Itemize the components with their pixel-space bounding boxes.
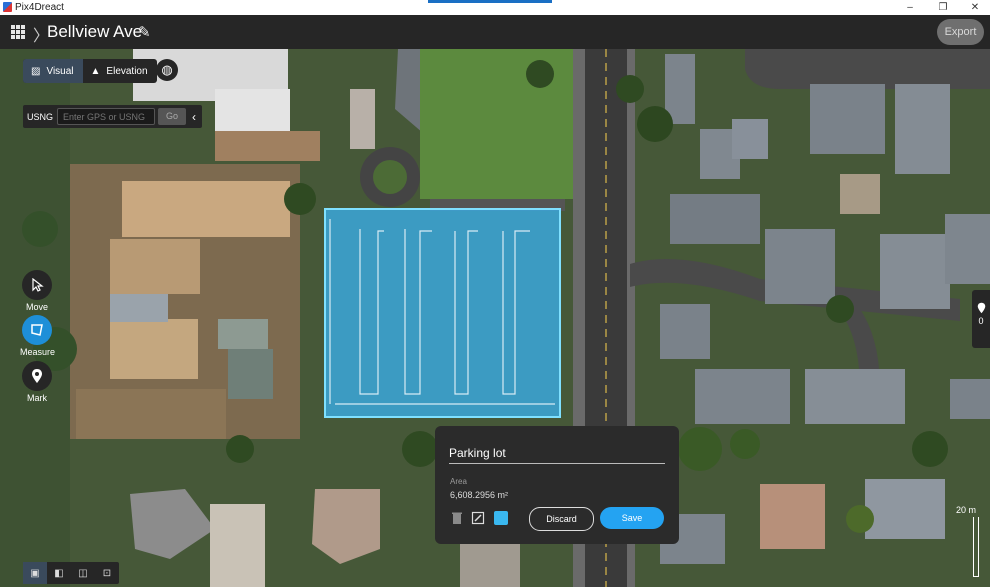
single-view-icon[interactable]: ▣ [23,562,47,584]
trash-icon[interactable] [451,511,465,525]
go-button[interactable]: Go [158,108,187,125]
mark-tool-label: Mark [27,393,47,403]
measurement-name-input[interactable]: Parking lot [449,443,665,464]
marker-count: 0 [978,316,984,326]
markers-panel-toggle[interactable]: 0 [972,290,990,348]
mark-tool[interactable]: Mark [20,361,54,403]
edit-pencil-icon[interactable]: ✎ [138,23,151,41]
scale-label: 20 m [956,505,977,515]
elevation-tab[interactable]: ▲ Elevation [83,59,157,83]
measure-tool[interactable]: Measure [20,315,56,357]
area-value: 6,608.2956 m² [450,490,509,500]
app-header: 〉 Bellview Ave ✎ Export [0,15,990,49]
usng-label: USNG [27,111,54,122]
fit-extent-icon[interactable]: ⊡ [95,562,119,584]
bottom-toolbar: ▣ ◧ ◫ ⊡ [23,562,119,584]
app-logo-icon [3,2,12,12]
measure-polygon-icon [22,315,52,345]
visual-icon: ▨ [31,65,41,77]
collapse-chevron-icon[interactable]: ‹ [190,110,202,124]
move-tool[interactable]: Move [20,270,54,312]
measure-tool-label: Measure [20,347,56,357]
edit-shape-icon[interactable] [471,511,485,525]
view-mode-toggle: ▨ Visual ▲ Elevation [23,59,157,83]
visual-tab[interactable]: ▨ Visual [23,59,83,83]
move-tool-label: Move [25,302,48,312]
project-title: Bellview Ave [47,22,143,41]
gps-input[interactable] [57,108,156,125]
map-pin-icon [972,290,990,316]
window-titlebar: Pix4Dreact – ❐ ✕ [0,0,990,16]
save-button[interactable]: Save [600,507,664,529]
measurement-panel: Parking lot Area 6,608.2956 m² Discard S… [435,426,679,544]
color-swatch[interactable] [494,511,508,525]
location-search: USNG Go ‹ [23,105,203,128]
close-button[interactable]: ✕ [960,0,990,15]
apps-grid-icon[interactable] [11,25,25,39]
globe-button[interactable]: ◍ [156,59,178,81]
minimize-button[interactable]: – [895,0,925,15]
cursor-arrow-icon [22,270,52,300]
area-label: Area [450,477,467,486]
compare-view-icon[interactable]: ◫ [71,562,95,584]
split-view-icon[interactable]: ◧ [47,562,71,584]
mountain-icon: ▲ [90,65,101,77]
scale-bar [973,517,979,577]
export-button[interactable]: Export [937,19,984,45]
maximize-button[interactable]: ❐ [928,0,958,15]
map-pin-icon [22,361,52,391]
window-accent-strip [428,0,552,3]
discard-button[interactable]: Discard [529,507,594,531]
window-title: Pix4Dreact [15,2,64,13]
globe-icon: ◍ [161,62,173,77]
